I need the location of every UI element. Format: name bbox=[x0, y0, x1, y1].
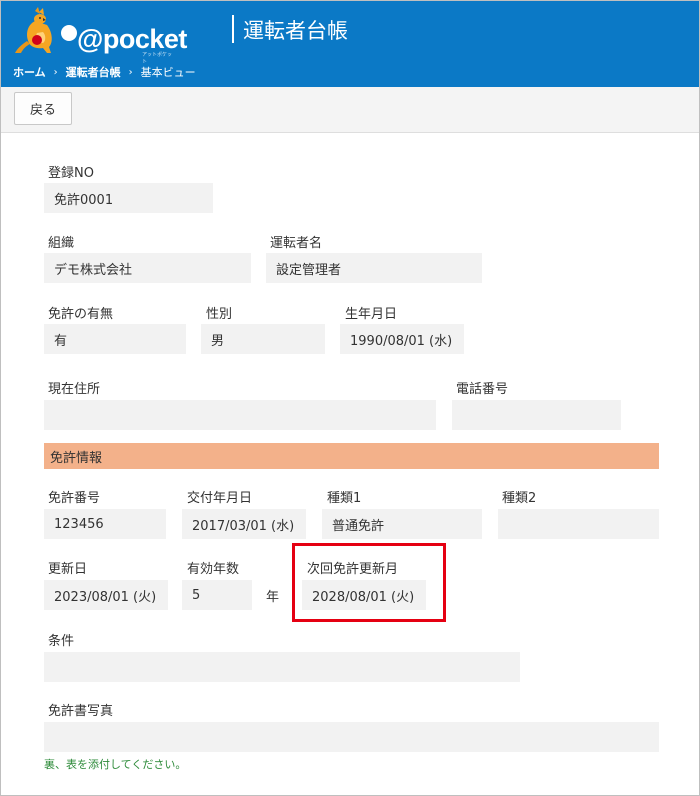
driver-name-field: 設定管理者 bbox=[266, 253, 482, 283]
organization-field: デモ株式会社 bbox=[44, 253, 251, 283]
registration-no-field: 免許0001 bbox=[44, 183, 213, 213]
breadcrumb-current: 基本ビュー bbox=[140, 66, 196, 79]
driver-name-label: 運転者名 bbox=[270, 236, 323, 251]
type2-label: 種類2 bbox=[502, 491, 537, 506]
type1-field: 普通免許 bbox=[322, 509, 482, 539]
issue-date-field: 2017/03/01 (水) bbox=[182, 509, 306, 539]
toolbar: 戻る bbox=[1, 87, 699, 133]
address-label: 現在住所 bbox=[48, 382, 101, 397]
gender-label: 性別 bbox=[206, 307, 233, 322]
birth-date-label: 生年月日 bbox=[345, 307, 398, 322]
back-button[interactable]: 戻る bbox=[14, 92, 72, 125]
birth-date-field: 1990/08/01 (水) bbox=[340, 324, 464, 354]
issue-date-label: 交付年月日 bbox=[187, 491, 253, 506]
at-sign-icon bbox=[61, 25, 77, 41]
type1-label: 種類1 bbox=[327, 491, 362, 506]
phone-label: 電話番号 bbox=[456, 382, 509, 397]
license-photo-label: 免許書写真 bbox=[48, 704, 114, 719]
gender-field: 男 bbox=[201, 324, 325, 354]
header-divider bbox=[232, 15, 234, 43]
type2-field bbox=[498, 509, 659, 539]
conditions-label: 条件 bbox=[48, 634, 75, 649]
breadcrumb-driver-ledger[interactable]: 運転者台帳 bbox=[66, 64, 121, 80]
phone-field bbox=[452, 400, 621, 430]
breadcrumb-home[interactable]: ホーム bbox=[13, 64, 46, 80]
license-status-label: 免許の有無 bbox=[48, 307, 114, 322]
license-info-section-header: 免許情報 bbox=[44, 443, 659, 469]
app-header: @pocket アットポケット 運転者台帳 ホーム › 運転者台帳 › 基本ビュ… bbox=[1, 1, 699, 87]
license-status-field: 有 bbox=[44, 324, 186, 354]
address-field bbox=[44, 400, 436, 430]
renewal-date-label: 更新日 bbox=[48, 562, 88, 577]
breadcrumb: ホーム › 運転者台帳 › 基本ビュー bbox=[13, 64, 196, 80]
license-no-label: 免許番号 bbox=[48, 491, 101, 506]
valid-years-label: 有効年数 bbox=[187, 562, 240, 577]
renewal-date-field: 2023/08/01 (火) bbox=[44, 580, 168, 610]
chevron-right-icon: › bbox=[128, 66, 133, 78]
organization-label: 組織 bbox=[48, 236, 75, 251]
valid-years-unit: 年 bbox=[266, 590, 280, 605]
license-photo-field[interactable] bbox=[44, 722, 659, 752]
next-renewal-highlight-box bbox=[292, 543, 446, 622]
license-photo-note: 裏、表を添付してください。 bbox=[44, 758, 187, 771]
page-title: 運転者台帳 bbox=[243, 19, 348, 43]
valid-years-field: 5 bbox=[182, 580, 252, 610]
app-logo[interactable]: @pocket アットポケット bbox=[13, 7, 187, 65]
chevron-right-icon: › bbox=[53, 66, 58, 78]
conditions-field bbox=[44, 652, 520, 682]
registration-no-label: 登録NO bbox=[48, 166, 94, 181]
logo-subtext: アットポケット bbox=[142, 52, 173, 65]
license-no-field: 123456 bbox=[44, 509, 166, 539]
